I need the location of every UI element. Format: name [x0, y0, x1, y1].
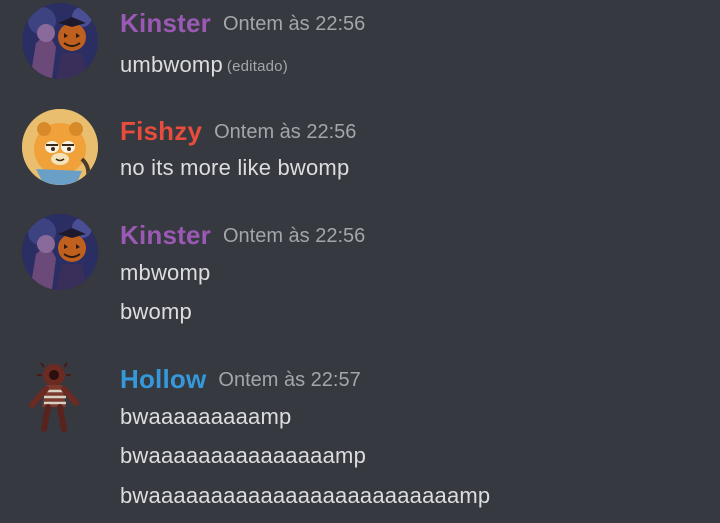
message-text: bwomp	[120, 299, 192, 324]
message-text: umbwomp	[120, 52, 223, 77]
timestamp[interactable]: Ontem às 22:57	[218, 369, 360, 391]
chat-message-list: Kinster Ontem às 22:56 umbwomp(editado)	[0, 0, 720, 523]
message-text: mbwomp	[120, 260, 211, 285]
timestamp[interactable]: Ontem às 22:56	[214, 121, 356, 143]
kinster-avatar-icon	[22, 214, 98, 290]
message-text: bwaaaaaaaaamp	[120, 404, 292, 429]
message-content: bwaaaaaaaaaaaaaaaaaaaaaaaaamp	[120, 483, 490, 509]
message-header: Fishzy Ontem às 22:56	[120, 116, 356, 147]
fishzy-avatar-icon	[22, 109, 98, 185]
hollow-avatar-icon	[29, 362, 79, 432]
message-content: bwomp	[120, 299, 192, 325]
timestamp[interactable]: Ontem às 22:56	[223, 13, 365, 35]
message-content: mbwomp	[120, 260, 210, 286]
username[interactable]: Fishzy	[120, 116, 202, 146]
edited-label: (editado)	[226, 58, 288, 75]
avatar[interactable]	[22, 109, 98, 185]
username[interactable]: Hollow	[120, 364, 206, 394]
message-header: Kinster Ontem às 22:56	[120, 8, 365, 39]
message-text: bwaaaaaaaaaaaaaaamp	[120, 443, 367, 468]
message-content: bwaaaaaaaaaaaaaaamp	[120, 443, 366, 469]
username[interactable]: Kinster	[120, 220, 211, 250]
timestamp[interactable]: Ontem às 22:56	[223, 225, 365, 247]
message-text: no its more like bwomp	[120, 155, 350, 180]
message-header: Hollow Ontem às 22:57	[120, 364, 361, 395]
message-header: Kinster Ontem às 22:56	[120, 220, 365, 251]
avatar[interactable]	[22, 359, 98, 435]
message-content: bwaaaaaaaaamp	[120, 404, 291, 430]
message-content: umbwomp (editado)	[120, 52, 288, 78]
message-text: bwaaaaaaaaaaaaaaaaaaaaaaaaamp	[120, 483, 491, 508]
message-content: no its more like bwomp	[120, 155, 349, 181]
username[interactable]: Kinster	[120, 8, 211, 38]
kinster-avatar-icon	[22, 3, 98, 79]
avatar[interactable]	[22, 214, 98, 290]
avatar[interactable]	[22, 3, 98, 79]
